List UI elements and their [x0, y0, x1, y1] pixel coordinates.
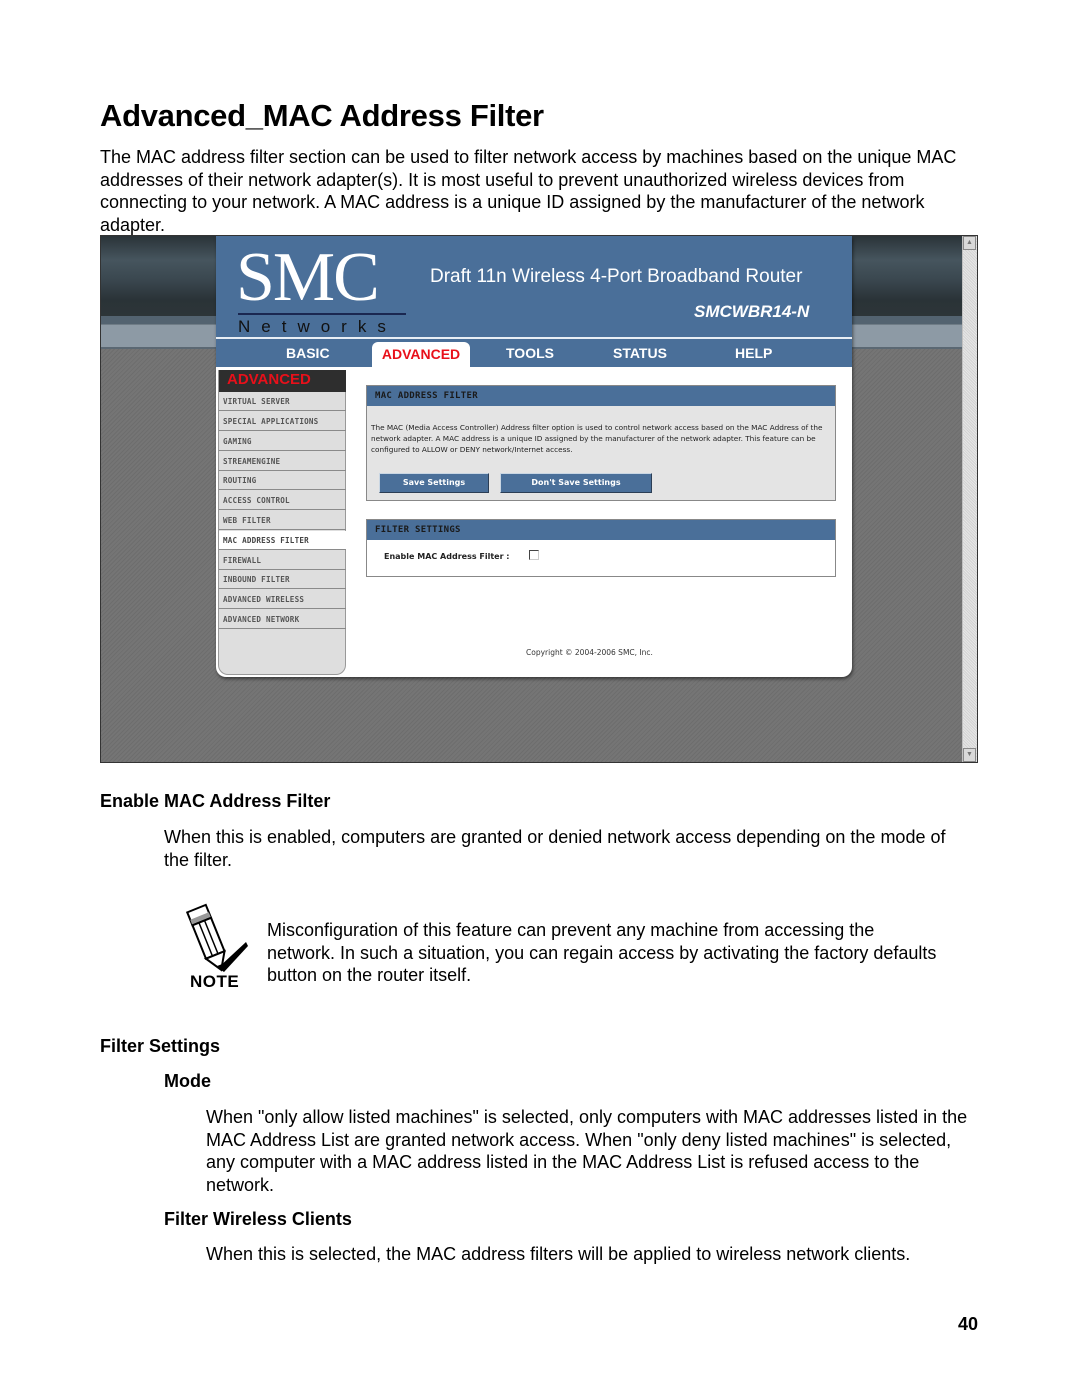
vertical-scrollbar[interactable]: ▲ ▼: [962, 236, 977, 762]
mac-filter-description: The MAC (Media Access Controller) Addres…: [371, 423, 823, 454]
product-name: Draft 11n Wireless 4-Port Broadband Rout…: [430, 266, 803, 287]
filter-settings-panel: FILTER SETTINGS Enable MAC Address Filte…: [366, 519, 836, 577]
router-page: SMC Networks Draft 11n Wireless 4-Port B…: [216, 236, 852, 677]
mac-filter-panel: MAC ADDRESS FILTER The MAC (Media Access…: [366, 385, 836, 501]
save-settings-button[interactable]: Save Settings: [379, 473, 489, 493]
sidebar-item-streamengine[interactable]: STREAMENGINE: [219, 452, 346, 471]
sidebar-item-firewall[interactable]: FIREWALL: [219, 551, 346, 570]
sidebar-item-virtual-server[interactable]: VIRTUAL SERVER: [219, 392, 346, 411]
smc-logo: SMC: [236, 239, 380, 316]
sidebar-heading-label: ADVANCED: [227, 371, 311, 388]
sidebar-item-advanced-network[interactable]: ADVANCED NETWORK: [219, 610, 346, 629]
page-number: 40: [958, 1314, 979, 1334]
filter-settings-panel-title: FILTER SETTINGS: [367, 520, 835, 540]
subsection-heading-wireless: Filter Wireless Clients: [164, 1209, 352, 1229]
section-heading-enable: Enable MAC Address Filter: [100, 791, 331, 811]
sidebar-heading: ADVANCED: [219, 370, 346, 392]
nav-tab-advanced[interactable]: ADVANCED: [372, 342, 470, 367]
page-title: Advanced_MAC Address Filter: [100, 98, 544, 133]
enable-mac-filter-label: Enable MAC Address Filter :: [384, 552, 510, 561]
sidebar-item-inbound-filter[interactable]: INBOUND FILTER: [219, 570, 346, 589]
router-screenshot: SMC Networks Draft 11n Wireless 4-Port B…: [100, 235, 978, 763]
router-header: SMC Networks Draft 11n Wireless 4-Port B…: [216, 236, 852, 339]
scroll-down-icon[interactable]: ▼: [963, 748, 976, 762]
nav-tab-basic[interactable]: BASIC: [286, 345, 330, 361]
smc-logo-subtitle: Networks: [238, 317, 397, 336]
subsection-heading-mode: Mode: [164, 1071, 211, 1091]
dont-save-settings-button[interactable]: Don't Save Settings: [500, 473, 652, 493]
sidebar-item-advanced-wireless[interactable]: ADVANCED WIRELESS: [219, 590, 346, 609]
nav-tab-status[interactable]: STATUS: [613, 345, 667, 361]
nav-tab-help[interactable]: HELP: [735, 345, 772, 361]
subsection-body-wireless: When this is selected, the MAC address f…: [206, 1244, 911, 1264]
top-nav: BASIC ADVANCED TOOLS STATUS HELP: [216, 339, 852, 367]
sidebar: ADVANCED VIRTUAL SERVER SPECIAL APPLICAT…: [218, 370, 346, 675]
sidebar-item-gaming[interactable]: GAMING: [219, 432, 346, 451]
note-body: Misconfiguration of this feature can pre…: [267, 920, 937, 985]
nav-tab-advanced-label: ADVANCED: [381, 346, 461, 362]
sidebar-item-web-filter[interactable]: WEB FILTER: [219, 511, 346, 530]
model-name: SMCWBR14-N: [694, 302, 810, 321]
sidebar-item-mac-address-filter[interactable]: MAC ADDRESS FILTER: [219, 531, 346, 550]
section-body-enable: When this is enabled, computers are gran…: [164, 827, 946, 870]
logo-rule: [238, 313, 406, 315]
section-heading-filter-settings: Filter Settings: [100, 1036, 221, 1056]
sidebar-item-special-applications[interactable]: SPECIAL APPLICATIONS: [219, 412, 346, 431]
copyright-text: Copyright © 2004-2006 SMC, Inc.: [526, 648, 653, 657]
intro-paragraph: The MAC address filter section can be us…: [100, 147, 957, 235]
sidebar-item-routing[interactable]: ROUTING: [219, 471, 346, 490]
mac-filter-panel-title: MAC ADDRESS FILTER: [367, 386, 835, 406]
enable-mac-filter-checkbox[interactable]: [529, 550, 539, 560]
sidebar-item-access-control[interactable]: ACCESS CONTROL: [219, 491, 346, 510]
nav-tab-tools[interactable]: TOOLS: [506, 345, 554, 361]
note-label: NOTE: [190, 972, 240, 991]
scroll-up-icon[interactable]: ▲: [963, 236, 976, 250]
subsection-body-mode: When "only allow listed machines" is sel…: [206, 1107, 968, 1195]
